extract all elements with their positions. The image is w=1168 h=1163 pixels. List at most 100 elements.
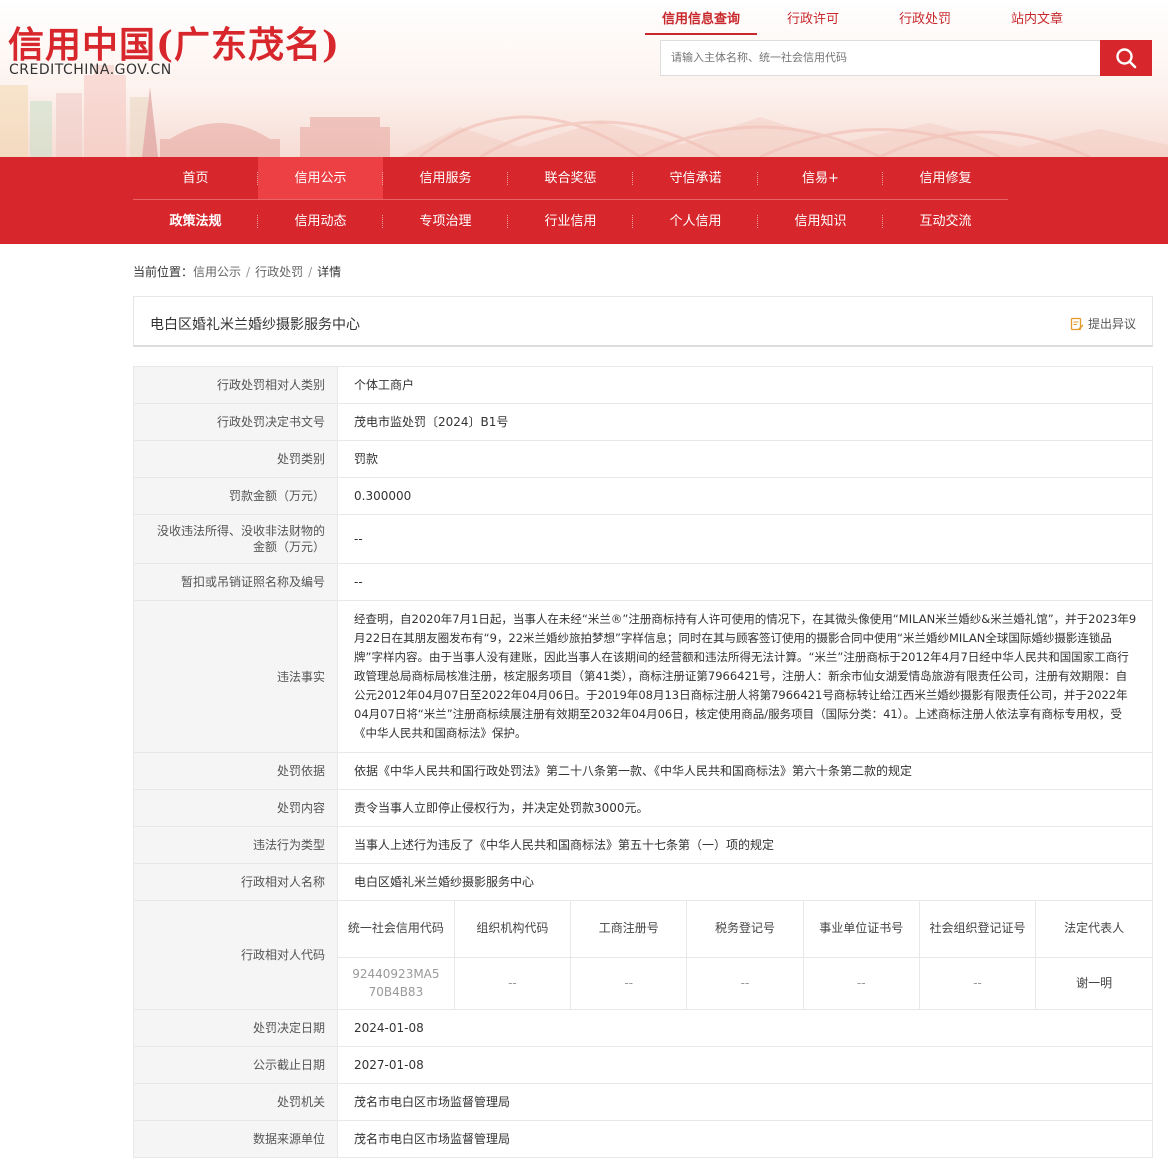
- raise-objection-button[interactable]: 提出异议: [1070, 315, 1136, 332]
- detail-value: 罚款: [337, 440, 1153, 478]
- detail-label: 违法事实: [133, 600, 338, 753]
- detail-row: 行政相对人名称 电白区婚礼米兰婚纱摄影服务中心: [133, 863, 1153, 901]
- detail-label: 数据来源单位: [133, 1120, 338, 1158]
- nav-row-primary: 首页 信用公示 信用服务 联合奖惩 守信承诺 信易+ 信用修复: [133, 157, 1008, 200]
- detail-row: 处罚依据 依据《中华人民共和国行政处罚法》第二十八条第一款、《中华人民共和国商标…: [133, 752, 1153, 790]
- detail-row: 处罚内容 责令当事人立即停止侵权行为，并决定处罚款3000元。: [133, 789, 1153, 827]
- detail-value: 个体工商户: [337, 366, 1153, 404]
- detail-value: 茂电市监处罚〔2024〕B1号: [337, 403, 1153, 441]
- detail-label: 行政相对人名称: [133, 863, 338, 901]
- nav-item-credit-repair[interactable]: 信用修复: [883, 157, 1008, 199]
- nav-item-xinyi-plus[interactable]: 信易+: [758, 157, 883, 199]
- nav-item-trust-commitment[interactable]: 守信承诺: [633, 157, 758, 199]
- detail-label: 行政相对人代码: [133, 900, 338, 1010]
- detail-label: 违法行为类型: [133, 826, 338, 864]
- entity-code-header: 法定代表人: [1035, 901, 1152, 958]
- detail-value: 电白区婚礼米兰婚纱摄影服务中心: [337, 863, 1153, 901]
- entity-code-value: --: [454, 957, 572, 1009]
- nav-item-credit-disclosure[interactable]: 信用公示: [258, 157, 383, 199]
- penalty-detail-table: 行政处罚相对人类别 个体工商户 行政处罚决定书文号 茂电市监处罚〔2024〕B1…: [133, 366, 1153, 1158]
- detail-value: 责令当事人立即停止侵权行为，并决定处罚款3000元。: [337, 789, 1153, 827]
- nav-item-home[interactable]: 首页: [133, 157, 258, 199]
- entity-code-value: 92440923MA570B4B83: [338, 957, 455, 1009]
- search-bar: [660, 40, 1152, 76]
- detail-value: --: [337, 514, 1153, 564]
- nav-item-credit-knowledge[interactable]: 信用知识: [758, 200, 883, 244]
- entity-code-value: --: [803, 957, 920, 1009]
- detail-label: 处罚依据: [133, 752, 338, 790]
- detail-label: 处罚决定日期: [133, 1009, 338, 1047]
- breadcrumb-credit-disclosure[interactable]: 信用公示: [193, 265, 241, 279]
- detail-row: 行政处罚决定书文号 茂电市监处罚〔2024〕B1号: [133, 403, 1153, 441]
- detail-label: 处罚机关: [133, 1083, 338, 1121]
- site-logo-domain: CREDITCHINA.GOV.CN: [9, 62, 172, 78]
- detail-value: 依据《中华人民共和国行政处罚法》第二十八条第一款、《中华人民共和国商标法》第六十…: [337, 752, 1153, 790]
- detail-row: 处罚机关 茂名市电白区市场监督管理局: [133, 1083, 1153, 1121]
- nav-item-credit-news[interactable]: 信用动态: [258, 200, 383, 244]
- nav-item-personal-credit[interactable]: 个人信用: [633, 200, 758, 244]
- detail-row: 处罚类别 罚款: [133, 440, 1153, 478]
- top-link-bar: 信用信息查询 行政许可 行政处罚 站内文章: [645, 8, 1093, 35]
- entity-code-cell: 统一社会信用代码 组织机构代码 工商注册号 税务登记号 事业单位证书号 社会组织…: [337, 900, 1153, 1010]
- page-title: 电白区婚礼米兰婚纱摄影服务中心: [150, 317, 360, 333]
- top-link-admin-penalty[interactable]: 行政处罚: [869, 8, 981, 35]
- detail-value: 当事人上述行为违反了《中华人民共和国商标法》第五十七条第（一）项的规定: [337, 826, 1153, 864]
- detail-row: 违法事实 经查明，自2020年7月1日起，当事人在未经“米兰®”注册商标持有人许…: [133, 600, 1153, 753]
- entity-code-header: 工商注册号: [570, 901, 688, 958]
- detail-value: 经查明，自2020年7月1日起，当事人在未经“米兰®”注册商标持有人许可使用的情…: [337, 600, 1153, 753]
- nav-item-joint-reward-punishment[interactable]: 联合奖惩: [508, 157, 633, 199]
- entity-code-value: --: [686, 957, 804, 1009]
- site-header: 信用中国(广东茂名) CREDITCHINA.GOV.CN 信用信息查询 行政许…: [0, 0, 1168, 157]
- detail-label: 处罚内容: [133, 789, 338, 827]
- breadcrumb-prefix: 当前位置：: [133, 265, 194, 279]
- record-title-bar: 电白区婚礼米兰婚纱摄影服务中心 提出异议: [133, 296, 1153, 347]
- detail-label: 公示截止日期: [133, 1046, 338, 1084]
- main-navigation: 首页 信用公示 信用服务 联合奖惩 守信承诺 信易+ 信用修复 政策法规 信用动…: [0, 157, 1168, 244]
- search-button[interactable]: [1100, 40, 1152, 76]
- detail-label: 处罚类别: [133, 440, 338, 478]
- top-link-admin-license[interactable]: 行政许可: [757, 8, 869, 35]
- detail-label: 罚款金额（万元）: [133, 477, 338, 515]
- entity-code-header: 组织机构代码: [454, 901, 572, 958]
- entity-code-value-row: 92440923MA570B4B83 -- -- -- -- -- 谢一明: [338, 957, 1152, 1009]
- detail-value: --: [337, 563, 1153, 601]
- nav-item-interaction[interactable]: 互动交流: [883, 200, 1008, 244]
- entity-code-table: 统一社会信用代码 组织机构代码 工商注册号 税务登记号 事业单位证书号 社会组织…: [338, 901, 1152, 1009]
- site-logo-chinese[interactable]: 信用中国(广东茂名): [8, 16, 340, 68]
- entity-code-header: 统一社会信用代码: [338, 901, 455, 958]
- detail-row: 数据来源单位 茂名市电白区市场监督管理局: [133, 1120, 1153, 1158]
- search-icon: [1116, 48, 1137, 69]
- edit-document-icon: [1070, 317, 1084, 330]
- detail-row: 违法行为类型 当事人上述行为违反了《中华人民共和国商标法》第五十七条第（一）项的…: [133, 826, 1153, 864]
- entity-code-header: 事业单位证书号: [803, 901, 920, 958]
- detail-row: 没收违法所得、没收非法财物的金额（万元） --: [133, 514, 1153, 564]
- detail-row: 处罚决定日期 2024-01-08: [133, 1009, 1153, 1047]
- search-input[interactable]: [660, 40, 1100, 76]
- entity-code-header: 社会组织登记证号: [919, 901, 1037, 958]
- nav-item-policy-regulations[interactable]: 政策法规: [133, 200, 258, 244]
- breadcrumb-admin-penalty[interactable]: 行政处罚: [255, 265, 303, 279]
- entity-code-value: --: [570, 957, 688, 1009]
- entity-code-header: 税务登记号: [686, 901, 804, 958]
- detail-value: 2027-01-08: [337, 1046, 1153, 1084]
- raise-objection-label: 提出异议: [1087, 317, 1136, 331]
- nav-item-industry-credit[interactable]: 行业信用: [508, 200, 633, 244]
- entity-code-value: 谢一明: [1076, 976, 1113, 991]
- detail-value: 2024-01-08: [337, 1009, 1153, 1047]
- detail-value: 茂名市电白区市场监督管理局: [337, 1083, 1153, 1121]
- detail-label: 暂扣或吊销证照名称及编号: [133, 563, 338, 601]
- detail-row: 行政处罚相对人类别 个体工商户: [133, 366, 1153, 404]
- breadcrumb-separator: /: [246, 265, 251, 279]
- nav-item-special-governance[interactable]: 专项治理: [383, 200, 508, 244]
- breadcrumb: 当前位置：信用公示 / 行政处罚 / 详情: [133, 263, 341, 280]
- detail-row: 公示截止日期 2027-01-08: [133, 1046, 1153, 1084]
- entity-code-value: --: [919, 957, 1037, 1009]
- detail-value: 茂名市电白区市场监督管理局: [337, 1120, 1153, 1158]
- credit-code-value: 92440923MA570B4B83: [352, 967, 440, 1000]
- nav-item-credit-service[interactable]: 信用服务: [383, 157, 508, 199]
- breadcrumb-separator: /: [308, 265, 313, 279]
- top-link-credit-query[interactable]: 信用信息查询: [645, 8, 757, 35]
- entity-code-header-row: 统一社会信用代码 组织机构代码 工商注册号 税务登记号 事业单位证书号 社会组织…: [338, 901, 1152, 958]
- top-link-site-articles[interactable]: 站内文章: [981, 8, 1093, 35]
- detail-label: 没收违法所得、没收非法财物的金额（万元）: [133, 514, 338, 564]
